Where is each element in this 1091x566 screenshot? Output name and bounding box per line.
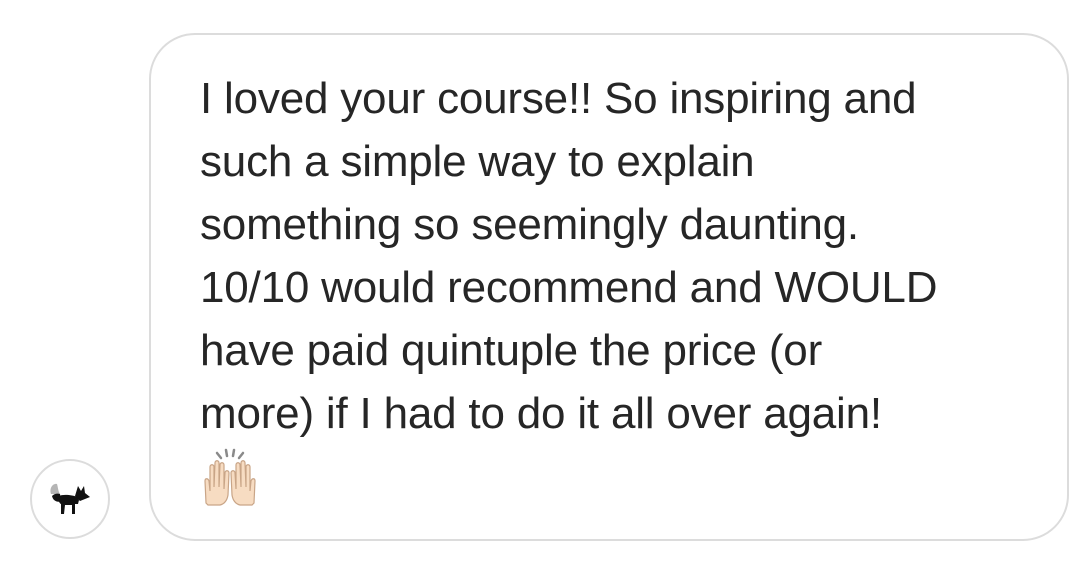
avatar[interactable] [30, 459, 110, 539]
fox-icon [50, 483, 90, 514]
raising-hands-emoji [198, 445, 262, 509]
chat-message-row: I loved your course!! So inspiring and s… [0, 0, 1091, 566]
message-bubble[interactable]: I loved your course!! So inspiring and s… [149, 33, 1069, 541]
message-text: I loved your course!! So inspiring and s… [200, 74, 938, 438]
